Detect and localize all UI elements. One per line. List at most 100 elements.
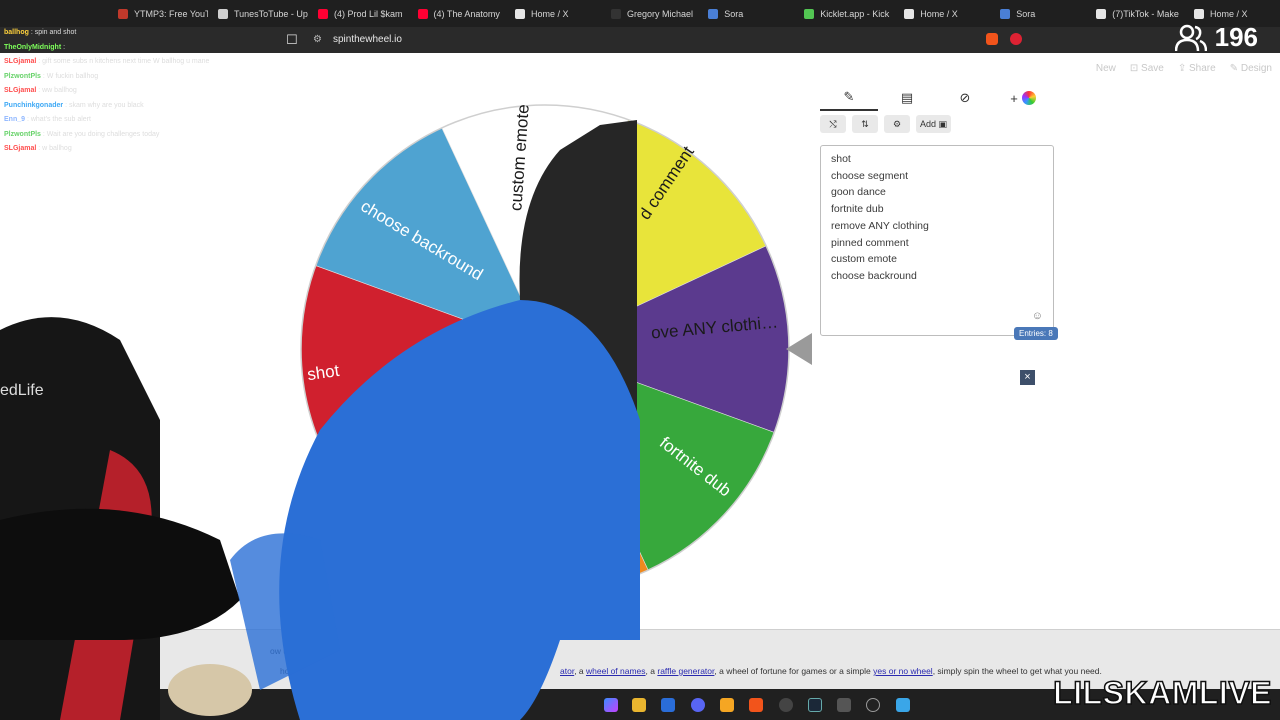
info-mid-text: , a wheel of fortune for games or a simp… <box>714 666 871 676</box>
color-wheel-icon <box>1021 91 1036 105</box>
link-yes-no-wheel[interactable]: yes or no wheel <box>873 666 933 676</box>
link-raffle-generator[interactable]: raffle generator <box>657 666 714 676</box>
app-icon[interactable] <box>720 698 734 712</box>
tab-favicon-icon <box>1000 8 1011 19</box>
browser-tab[interactable]: (7)TikTok - Make <box>1086 0 1184 27</box>
chat-message: Punchinkgonader : skam why are you black <box>4 99 294 114</box>
browser-tab[interactable]: (4) The Anatomy <box>408 0 506 27</box>
sort-button[interactable]: ⇅ <box>852 115 878 133</box>
entry-item[interactable]: shot <box>831 151 1043 168</box>
share-button[interactable]: ⇪ Share <box>1178 63 1216 74</box>
save-button[interactable]: ⊡ Save <box>1130 63 1164 74</box>
browser-tab[interactable]: Sora <box>990 0 1086 27</box>
settings-button[interactable]: ⚙ <box>884 115 910 133</box>
browser-tab[interactable]: Home / X <box>505 0 601 27</box>
chat-username: Enn_9 <box>4 116 26 123</box>
viewer-count: 196 <box>1174 22 1258 53</box>
tab-label: Sora <box>724 8 744 19</box>
tab-edit-entries[interactable]: ✎ <box>820 85 878 111</box>
discord-icon[interactable] <box>691 698 705 712</box>
entry-item[interactable]: goon dance <box>831 184 1043 201</box>
shuffle-button[interactable]: ⤭ <box>820 115 846 133</box>
tab-results[interactable]: ▤ <box>878 90 936 106</box>
controller-icon[interactable] <box>837 698 851 712</box>
capcut-icon[interactable] <box>866 698 880 712</box>
gear-icon: ⚙ <box>892 118 902 129</box>
browser-tab[interactable]: YTMP3: Free YouT <box>108 0 208 27</box>
chat-text: : <box>61 43 66 51</box>
share-label: Share <box>1189 63 1216 74</box>
browser-tab[interactable]: Kicklet.app - Kick <box>794 0 894 27</box>
entries-textarea[interactable]: shot choose segment goon dance fortnite dub… <box>820 145 1054 336</box>
image-icon: ▣ <box>938 118 948 129</box>
wheel-pointer <box>786 333 812 365</box>
info-partial-choice: hoice. <box>280 666 303 676</box>
panel-tabs: ✎ ▤ ⊘ + <box>820 85 1056 111</box>
notepad-icon[interactable] <box>896 698 910 712</box>
tab-label: Home / X <box>531 8 569 19</box>
tab-favicon-icon <box>611 8 622 19</box>
site-info-icon[interactable]: ⚙ <box>313 34 322 45</box>
design-label: Design <box>1240 63 1272 74</box>
save-label: Save <box>1141 63 1164 74</box>
copilot-icon[interactable] <box>604 698 618 712</box>
brave-rewards-icon[interactable] <box>1010 33 1022 45</box>
entry-item[interactable]: fortnite dub <box>831 201 1043 218</box>
emoji-icon[interactable]: ☺ <box>1032 308 1043 325</box>
tab-hidden[interactable]: ⊘ <box>936 90 994 106</box>
link-generator[interactable]: ator <box>560 666 574 676</box>
chat-message: SLGjamal : w ballhog <box>4 142 294 157</box>
design-button[interactable]: ✎ Design <box>1230 63 1272 74</box>
shuffle-icon: ⤭ <box>829 118 837 129</box>
info-partial-left: ow usi <box>270 646 295 656</box>
users-icon <box>1174 24 1207 51</box>
link-wheel-of-names[interactable]: wheel of names <box>586 666 646 676</box>
taskbar-search[interactable]: ⌕ Sea <box>455 697 479 708</box>
viewer-count-value: 196 <box>1214 22 1258 52</box>
entries-panel: ✎ ▤ ⊘ + ⤭ ⇅ ⚙ Add ▣ shot choose segment go… <box>820 85 1056 336</box>
chat-text: : W fuckin ballhog <box>40 72 99 80</box>
tab-label: TunesToTube - Up <box>234 8 308 19</box>
entry-item[interactable]: choose segment <box>831 168 1043 185</box>
new-button[interactable]: New <box>1096 63 1116 74</box>
chat-username: TheOnlyMidnight <box>4 43 62 51</box>
chat-text: : ww ballhog <box>36 87 77 94</box>
browser-tab-bar: YTMP3: Free YouT TunesToTube - Up (4) Prod… <box>0 0 1280 27</box>
panel-tools: ⤭ ⇅ ⚙ Add ▣ <box>820 115 1056 133</box>
wheel-svg[interactable]: choose backround custom emote d comment … <box>299 103 791 595</box>
browser-tab[interactable]: TunesToTube - Up <box>208 0 308 27</box>
entry-item[interactable]: choose backround <box>831 268 1043 285</box>
chat-username: ballhog <box>4 29 29 36</box>
entry-item[interactable]: remove ANY clothing <box>831 218 1043 235</box>
browser-tab[interactable]: (4) Prod Lil $kam <box>308 0 408 27</box>
add-image-button[interactable]: Add ▣ <box>916 115 952 133</box>
tab-favicon-icon <box>1194 8 1204 19</box>
tab-label: YTMP3: Free YouT <box>134 8 208 19</box>
info-text: ator, a wheel of names, a raffle generat… <box>560 666 1102 676</box>
steam-icon[interactable] <box>808 698 822 712</box>
chat-message: PlzwontPls : W fuckin ballhog <box>4 70 294 85</box>
browser-tab[interactable]: Home / X <box>894 0 990 27</box>
tab-favicon-icon <box>118 8 128 19</box>
spin-wheel[interactable]: choose backround custom emote d comment … <box>299 103 791 595</box>
browser-tab[interactable]: Sora <box>698 0 794 27</box>
tab-label: Gregory Michael <box>627 8 694 19</box>
tab-favicon-icon <box>515 8 526 19</box>
tab-favicon-icon <box>318 8 328 19</box>
store-icon[interactable] <box>661 698 675 712</box>
chat-text: : skam why are you black <box>63 101 144 109</box>
entry-item[interactable]: pinned comment <box>831 235 1043 252</box>
tab-label: Kicklet.app - Kick <box>820 8 890 19</box>
obs-icon[interactable] <box>779 698 793 712</box>
tab-label: Sora <box>1016 8 1036 19</box>
close-button[interactable]: × <box>1020 370 1035 385</box>
tab-add-color[interactable]: + <box>994 91 1052 106</box>
brave-shield-icon[interactable] <box>986 33 998 45</box>
search-icon: ⌕ <box>455 697 461 707</box>
explorer-icon[interactable] <box>632 698 646 712</box>
pencil-icon: ✎ <box>843 89 855 104</box>
entry-item[interactable]: custom emote <box>831 251 1043 268</box>
browser-tab[interactable]: Gregory Michael <box>601 0 698 27</box>
brave-icon[interactable] <box>749 698 763 712</box>
url-field[interactable]: spinthewheel.io <box>333 34 402 45</box>
